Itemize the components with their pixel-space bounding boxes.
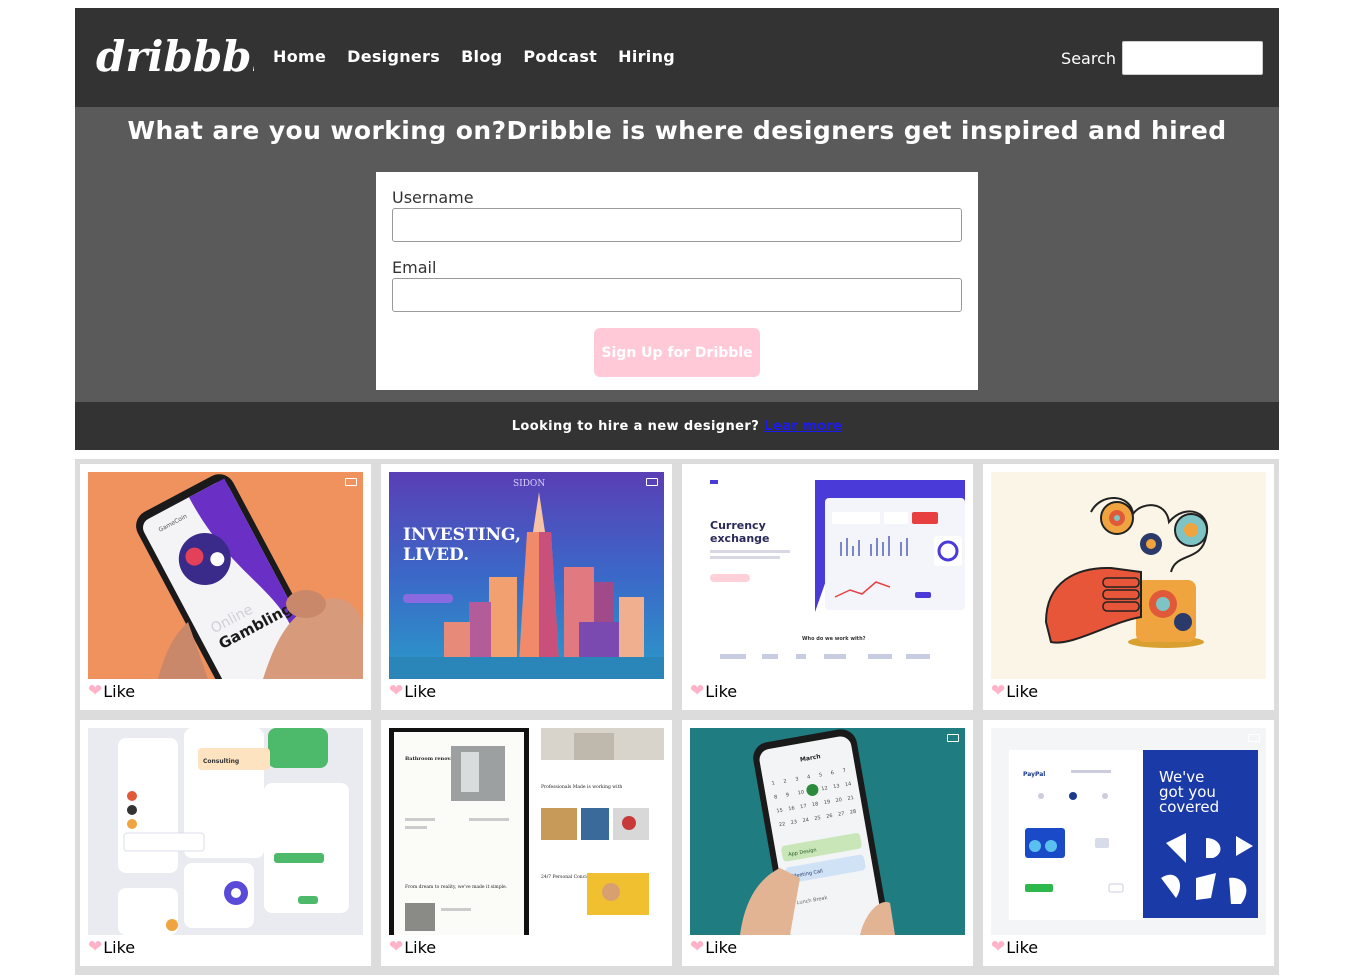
svg-text:26: 26 xyxy=(826,813,833,820)
svg-text:16: 16 xyxy=(788,805,795,812)
shot-card[interactable]: PayPal We've got you covered ❤ Like xyxy=(983,720,1274,966)
video-icon xyxy=(646,478,658,486)
shot-thumbnail[interactable]: SIDON INVESTING, LIVED. xyxy=(389,472,664,679)
heart-icon: ❤ xyxy=(88,681,103,701)
learn-more-link[interactable]: Lear more xyxy=(764,419,842,434)
search-label: Search xyxy=(1061,48,1116,68)
svg-text:22: 22 xyxy=(779,821,786,828)
shot-card[interactable]: Consulting ❤ Like xyxy=(80,720,371,966)
heart-icon: ❤ xyxy=(690,681,705,701)
shot-thumbnail[interactable]: Bathroom renovations, made easy. From dr… xyxy=(389,728,664,935)
search-box: Search xyxy=(1061,41,1263,75)
svg-text:15: 15 xyxy=(776,807,783,814)
svg-text:SIDON: SIDON xyxy=(513,479,545,489)
svg-text:Professionals Made is working: Professionals Made is working with xyxy=(541,784,622,790)
like-button[interactable]: ❤ Like xyxy=(991,682,1266,701)
like-label: Like xyxy=(705,938,738,957)
svg-text:covered: covered xyxy=(1159,798,1219,816)
hero-title: What are you working on?Dribble is where… xyxy=(127,116,1227,145)
like-label: Like xyxy=(1006,938,1039,957)
like-label: Like xyxy=(103,938,136,957)
svg-text:Consulting: Consulting xyxy=(203,758,239,765)
heart-icon: ❤ xyxy=(88,937,103,957)
nav-podcast[interactable]: Podcast xyxy=(523,47,597,66)
signup-form: Username Email Sign Up for Dribble xyxy=(376,172,978,390)
svg-text:Currency: Currency xyxy=(710,519,766,532)
shot-card[interactable]: GameCoin Online Gambling ❤ Like xyxy=(80,464,371,710)
signup-button[interactable]: Sign Up for Dribble xyxy=(594,328,760,377)
username-input[interactable] xyxy=(392,208,962,242)
shot-card[interactable]: Bathroom renovations, made easy. From dr… xyxy=(381,720,672,966)
like-button[interactable]: ❤ Like xyxy=(88,682,363,701)
nav-blog[interactable]: Blog xyxy=(461,47,502,66)
shot-thumbnail[interactable]: Consulting xyxy=(88,728,363,935)
like-label: Like xyxy=(103,682,136,701)
heart-icon: ❤ xyxy=(991,681,1006,701)
svg-text:INVESTING,: INVESTING, xyxy=(403,525,521,545)
nav-hiring[interactable]: Hiring xyxy=(618,47,675,66)
heart-icon: ❤ xyxy=(991,937,1006,957)
search-input[interactable] xyxy=(1122,41,1263,75)
video-icon xyxy=(345,478,357,486)
like-button[interactable]: ❤ Like xyxy=(690,682,965,701)
svg-text:25: 25 xyxy=(814,815,821,822)
svg-text:From dream to reality, we've m: From dream to reality, we've made it sim… xyxy=(405,884,508,890)
shot-thumbnail[interactable]: GameCoin Online Gambling xyxy=(88,472,363,679)
heart-icon: ❤ xyxy=(389,681,404,701)
dribbble-logo[interactable]: dribbble xyxy=(94,33,254,83)
page: dribbble Home Designers Blog Podcast Hir… xyxy=(75,8,1279,975)
shot-thumbnail[interactable]: March 1234567 8 9 10 12 13 14 15 16 17 18 19 20 21 … xyxy=(690,728,965,935)
nav-home[interactable]: Home xyxy=(273,47,326,66)
email-label: Email xyxy=(392,258,437,277)
hire-bar: Looking to hire a new designer? Lear mor… xyxy=(75,402,1279,450)
hire-text: Looking to hire a new designer? xyxy=(511,418,760,434)
shot-thumbnail[interactable]: Currency exchange Who do we work with? xyxy=(690,472,965,679)
svg-text:24: 24 xyxy=(802,817,809,824)
video-icon xyxy=(947,734,959,742)
like-button[interactable]: ❤ Like xyxy=(690,938,965,957)
nav-designers[interactable]: Designers xyxy=(347,47,440,66)
like-button[interactable]: ❤ Like xyxy=(991,938,1266,957)
shot-card[interactable]: SIDON INVESTING, LIVED. ❤ Like xyxy=(381,464,672,710)
shot-thumbnail[interactable] xyxy=(991,472,1266,679)
svg-text:21: 21 xyxy=(847,795,854,802)
video-icon xyxy=(1248,734,1260,742)
svg-text:14: 14 xyxy=(845,781,852,788)
heart-icon: ❤ xyxy=(389,937,404,957)
svg-text:exchange: exchange xyxy=(710,532,770,545)
shot-gallery: GameCoin Online Gambling ❤ Like SIDON IN… xyxy=(75,459,1279,975)
shot-thumbnail[interactable]: PayPal We've got you covered xyxy=(991,728,1266,935)
top-header: dribbble Home Designers Blog Podcast Hir… xyxy=(75,8,1279,107)
svg-text:Who do we work with?: Who do we work with? xyxy=(802,636,866,642)
svg-text:18: 18 xyxy=(812,801,819,808)
like-label: Like xyxy=(705,682,738,701)
like-button[interactable]: ❤ Like xyxy=(389,682,664,701)
like-label: Like xyxy=(1006,682,1039,701)
shot-card[interactable]: Currency exchange Who do we work with? ❤… xyxy=(682,464,973,710)
like-button[interactable]: ❤ Like xyxy=(389,938,664,957)
shot-card[interactable]: ❤ Like xyxy=(983,464,1274,710)
svg-text:23: 23 xyxy=(790,819,797,826)
like-label: Like xyxy=(404,682,437,701)
email-input[interactable] xyxy=(392,278,962,312)
svg-text:27: 27 xyxy=(838,811,845,818)
svg-text:PayPal: PayPal xyxy=(1023,771,1045,778)
like-label: Like xyxy=(404,938,437,957)
heart-icon: ❤ xyxy=(690,937,705,957)
svg-text:12: 12 xyxy=(821,785,828,792)
svg-text:28: 28 xyxy=(849,809,856,816)
svg-text:10: 10 xyxy=(797,790,804,797)
svg-text:17: 17 xyxy=(800,803,807,810)
hero-section: What are you working on?Dribble is where… xyxy=(75,107,1279,402)
username-label: Username xyxy=(392,188,474,207)
shot-card[interactable]: March 1234567 8 9 10 12 13 14 15 16 17 18 19 20 21 … xyxy=(682,720,973,966)
svg-text:20: 20 xyxy=(835,797,842,804)
svg-text:19: 19 xyxy=(823,799,830,806)
svg-text:13: 13 xyxy=(833,783,840,790)
svg-text:LIVED.: LIVED. xyxy=(403,545,469,565)
main-nav: Home Designers Blog Podcast Hiring xyxy=(273,47,696,66)
logo-text: dribbble xyxy=(96,33,254,81)
like-button[interactable]: ❤ Like xyxy=(88,938,363,957)
